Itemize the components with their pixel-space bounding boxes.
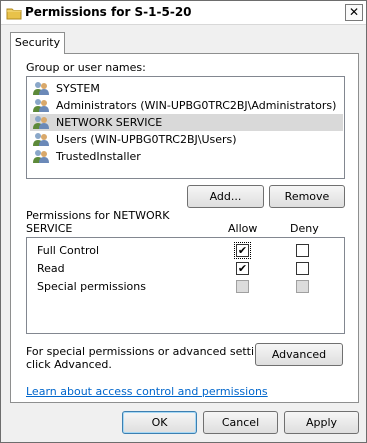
permissions-label-line1: Permissions for NETWORK — [26, 209, 170, 222]
list-item-label: SYSTEM — [56, 82, 100, 95]
special-permissions-deny-checkbox — [296, 280, 309, 293]
list-item-label: Administrators (WIN-UPBG0TRC2BJ\Administ… — [56, 99, 337, 112]
tab-security[interactable]: Security — [10, 32, 65, 54]
users-group-icon — [33, 116, 49, 129]
permission-name: Read — [37, 262, 65, 275]
full-control-allow-checkbox[interactable]: ✔ — [234, 242, 251, 259]
check-icon: ✔ — [237, 262, 248, 275]
special-permissions-allow-checkbox — [236, 280, 249, 293]
list-item[interactable]: Administrators (WIN-UPBG0TRC2BJ\Administ… — [30, 97, 343, 114]
full-control-deny-checkbox[interactable] — [296, 244, 309, 257]
check-icon: ✔ — [237, 244, 248, 257]
help-link[interactable]: Learn about access control and permissio… — [26, 385, 268, 398]
advanced-hint-line1: For special permissions or advanced sett… — [26, 345, 278, 358]
deny-column-header: Deny — [290, 222, 319, 235]
list-item-label: Users (WIN-UPBG0TRC2BJ\Users) — [56, 133, 237, 146]
group-user-list[interactable]: SYSTEM Administrators (WIN-UPBG0TRC2BJ\A… — [26, 76, 345, 179]
close-button[interactable]: ✕ — [345, 4, 363, 21]
close-icon: ✕ — [348, 5, 360, 19]
remove-button[interactable]: Remove — [269, 185, 345, 208]
permissions-list: Full Control ✔ Read ✔ Special permission… — [26, 237, 345, 334]
group-list-label: Group or user names: — [26, 61, 146, 74]
advanced-button[interactable]: Advanced — [255, 343, 343, 366]
ok-button[interactable]: OK — [122, 411, 197, 434]
apply-button[interactable]: Apply — [284, 411, 359, 434]
cancel-button[interactable]: Cancel — [203, 411, 278, 434]
users-group-icon — [33, 133, 49, 146]
allow-column-header: Allow — [228, 222, 258, 235]
list-item-selected[interactable]: NETWORK SERVICE — [30, 114, 343, 131]
users-group-icon — [33, 150, 49, 163]
folder-icon — [6, 8, 22, 20]
list-item-label: TrustedInstaller — [56, 150, 141, 163]
list-item[interactable]: SYSTEM — [30, 80, 343, 97]
permission-name: Special permissions — [37, 280, 146, 293]
permission-name: Full Control — [37, 244, 100, 257]
permissions-dialog: Permissions for S-1-5-20 ✕ Security Grou… — [0, 0, 367, 443]
add-button[interactable]: Add... — [187, 185, 264, 208]
list-item-label: NETWORK SERVICE — [56, 116, 163, 129]
list-item[interactable]: TrustedInstaller — [30, 148, 343, 165]
title-bar: Permissions for S-1-5-20 ✕ — [1, 1, 366, 25]
advanced-hint-line2: click Advanced. — [26, 358, 112, 371]
list-item[interactable]: Users (WIN-UPBG0TRC2BJ\Users) — [30, 131, 343, 148]
window-title: Permissions for S-1-5-20 — [25, 5, 192, 19]
users-group-icon — [33, 82, 49, 95]
read-deny-checkbox[interactable] — [296, 262, 309, 275]
read-allow-checkbox[interactable]: ✔ — [236, 262, 249, 275]
permissions-label-line2: SERVICE — [26, 222, 73, 235]
users-group-icon — [33, 99, 49, 112]
tab-security-label: Security — [14, 36, 61, 49]
